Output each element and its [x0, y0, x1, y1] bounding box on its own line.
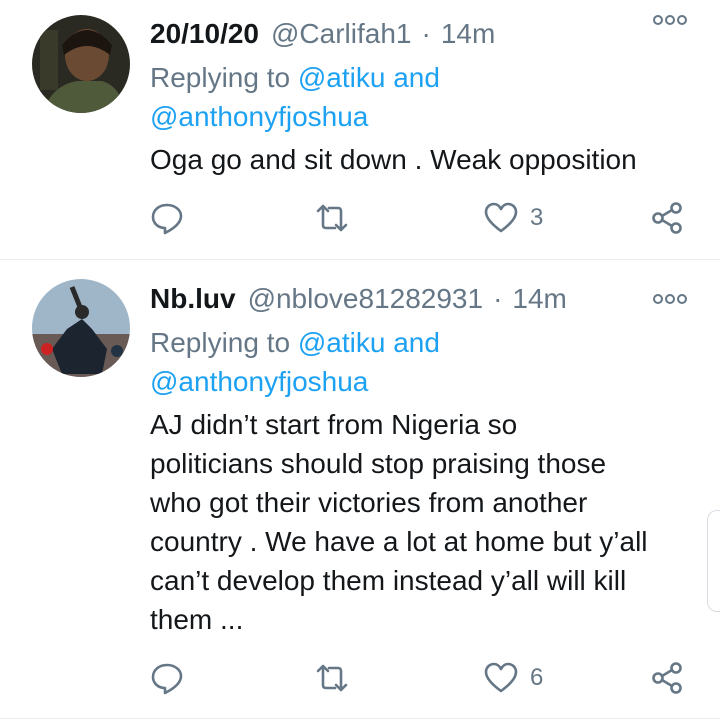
tweet-divider — [0, 718, 720, 719]
mention-link[interactable]: @anthonyfjoshua — [150, 101, 368, 132]
tweet-text: AJ didn’t start from Nigeria so politici… — [150, 405, 690, 639]
retweet-button[interactable] — [315, 198, 349, 238]
mention-link[interactable]: @atiku — [298, 327, 386, 358]
separator: · — [421, 18, 431, 49]
tweet-text-line: who got their victories from another — [150, 487, 588, 518]
tweet-actions: 6 — [150, 658, 690, 698]
more-options-button[interactable] — [652, 289, 688, 309]
heart-icon — [484, 202, 518, 233]
like-count: 3 — [530, 204, 544, 231]
user-handle[interactable]: @nblove81282931 — [248, 283, 484, 315]
user-handle[interactable]: @Carlifah1 — [271, 18, 411, 50]
like-button[interactable]: 6 — [484, 658, 543, 698]
separator: · — [493, 283, 503, 314]
more-options-button[interactable] — [652, 10, 688, 30]
display-name[interactable]: 20/10/20 — [150, 18, 259, 50]
replying-to: Replying to @atiku and @anthonyfjoshua — [150, 58, 440, 136]
mention-link[interactable]: @atiku — [298, 62, 386, 93]
tweet[interactable]: Nb.luv @nblove81282931 · 14m Replying to… — [0, 262, 720, 718]
reply-button[interactable] — [150, 658, 184, 698]
avatar[interactable] — [32, 15, 130, 113]
tweet-divider — [0, 259, 720, 260]
share-icon — [652, 202, 682, 234]
retweet-icon — [316, 664, 348, 692]
more-icon — [653, 15, 687, 25]
like-count: 6 — [530, 664, 544, 691]
timestamp[interactable]: 14m — [441, 18, 495, 50]
like-button[interactable]: 3 — [484, 198, 543, 238]
tweet-text-line: country . We have a lot at home but y’al… — [150, 526, 648, 557]
more-icon — [653, 294, 687, 304]
tweet[interactable]: 20/10/20 @Carlifah1 · 14m Replying to @a… — [0, 0, 720, 258]
reply-icon — [151, 203, 183, 235]
tweet-text-line: Oga go and sit down . Weak opposition — [150, 144, 637, 175]
mention-and[interactable]: and — [393, 62, 440, 93]
tweet-text-line: can’t develop them instead y’all will ki… — [150, 565, 627, 596]
tweet-text-line: them ... — [150, 604, 244, 635]
mention-link[interactable]: @anthonyfjoshua — [150, 366, 368, 397]
tweet-text-line: AJ didn’t start from Nigeria so — [150, 409, 518, 440]
retweet-icon — [316, 204, 348, 232]
heart-icon — [484, 662, 518, 693]
avatar[interactable] — [32, 279, 130, 377]
share-button[interactable] — [650, 658, 684, 698]
display-name[interactable]: Nb.luv — [150, 283, 236, 315]
replying-to: Replying to @atiku and @anthonyfjoshua — [150, 323, 440, 401]
reply-button[interactable] — [150, 198, 184, 238]
tweet-text-line: politicians should stop praising those — [150, 448, 607, 479]
share-button[interactable] — [650, 198, 684, 238]
tweet-actions: 3 — [150, 198, 690, 238]
tweet-text: Oga go and sit down . Weak opposition — [150, 140, 690, 179]
replying-prefix: Replying to — [150, 327, 291, 358]
retweet-button[interactable] — [315, 658, 349, 698]
share-icon — [652, 662, 682, 694]
timestamp[interactable]: 14m — [512, 283, 566, 315]
replying-prefix: Replying to — [150, 62, 291, 93]
scroll-handle[interactable] — [707, 510, 720, 612]
mention-and[interactable]: and — [393, 327, 440, 358]
reply-icon — [151, 663, 183, 695]
